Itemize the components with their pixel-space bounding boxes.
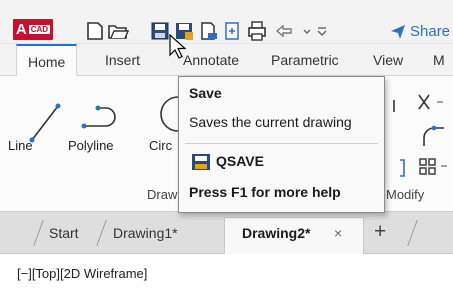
share-label: Share: [410, 22, 451, 40]
tab-view[interactable]: View: [373, 52, 403, 68]
command-icon: [191, 153, 211, 171]
undo-dropdown-icon[interactable]: [296, 20, 311, 42]
tab-divider: [407, 220, 418, 246]
app-logo-tag: CAD: [28, 25, 51, 34]
open-folder-icon[interactable]: [107, 20, 129, 42]
move-dot-icon: [390, 94, 408, 114]
trim-icon[interactable]: [415, 91, 445, 113]
save-tooltip: Save Saves the current drawing QSAVE Pre…: [178, 76, 385, 213]
tooltip-divider: [185, 143, 378, 144]
document-tab-bar: Start Drawing1* Drawing2* × +: [0, 212, 453, 254]
application-menu-button[interactable]: A CAD: [13, 19, 53, 40]
tab-divider: [96, 220, 107, 246]
doc-tab-drawing1[interactable]: Drawing1*: [113, 225, 178, 241]
new-tab-icon[interactable]: +: [374, 220, 386, 244]
modify-panel-title[interactable]: Modify: [386, 187, 424, 202]
array-icon[interactable]: [417, 156, 451, 178]
tab-home[interactable]: Home: [16, 44, 78, 77]
export-icon[interactable]: [221, 20, 243, 42]
tooltip-description: Saves the current drawing: [189, 114, 352, 130]
viewport-controls-label[interactable]: [−][Top][2D Wireframe]: [17, 266, 147, 281]
mouse-pointer-icon: [169, 33, 187, 60]
undo-icon[interactable]: [273, 20, 295, 42]
doc-tab-start[interactable]: Start: [49, 225, 79, 241]
polyline-icon: [81, 105, 116, 129]
doc-tab-drawing2[interactable]: Drawing2*: [242, 225, 310, 241]
tab-insert[interactable]: Insert: [105, 52, 140, 68]
polyline-tool-button[interactable]: [80, 96, 130, 136]
ribbon-tab-bar: Home Insert Annotate Parametric View M: [0, 44, 453, 77]
tab-annotate[interactable]: Annotate: [183, 52, 239, 68]
tooltip-title: Save: [189, 85, 222, 101]
circle-label: Circ: [149, 138, 173, 153]
line-icon: [29, 103, 61, 143]
share-button[interactable]: Share: [390, 20, 450, 42]
quick-access-toolbar: A CAD Share: [0, 0, 453, 44]
save-icon[interactable]: [149, 20, 171, 42]
close-tab-icon[interactable]: ×: [334, 225, 342, 241]
tooltip-command: QSAVE: [216, 153, 264, 169]
drawing-viewport[interactable]: [−][Top][2D Wireframe]: [0, 254, 453, 305]
line-label: Line: [8, 138, 33, 153]
modify-bracket-icon: [398, 158, 408, 178]
tooltip-help: Press F1 for more help: [189, 184, 341, 200]
plot-icon[interactable]: [246, 20, 268, 42]
line-tool-button[interactable]: [14, 92, 64, 144]
tab-divider: [33, 220, 44, 246]
app-logo-letter: A: [15, 21, 27, 38]
send-icon: [391, 25, 405, 39]
polyline-label: Polyline: [68, 138, 114, 153]
tab-more[interactable]: M: [433, 52, 445, 68]
customize-dropdown-icon[interactable]: [311, 20, 327, 42]
open-from-web-icon[interactable]: [197, 20, 219, 42]
draw-panel-title[interactable]: Draw: [147, 187, 177, 202]
tab-parametric[interactable]: Parametric: [271, 52, 339, 68]
fillet-icon[interactable]: [420, 124, 450, 148]
new-file-icon[interactable]: [84, 20, 106, 42]
